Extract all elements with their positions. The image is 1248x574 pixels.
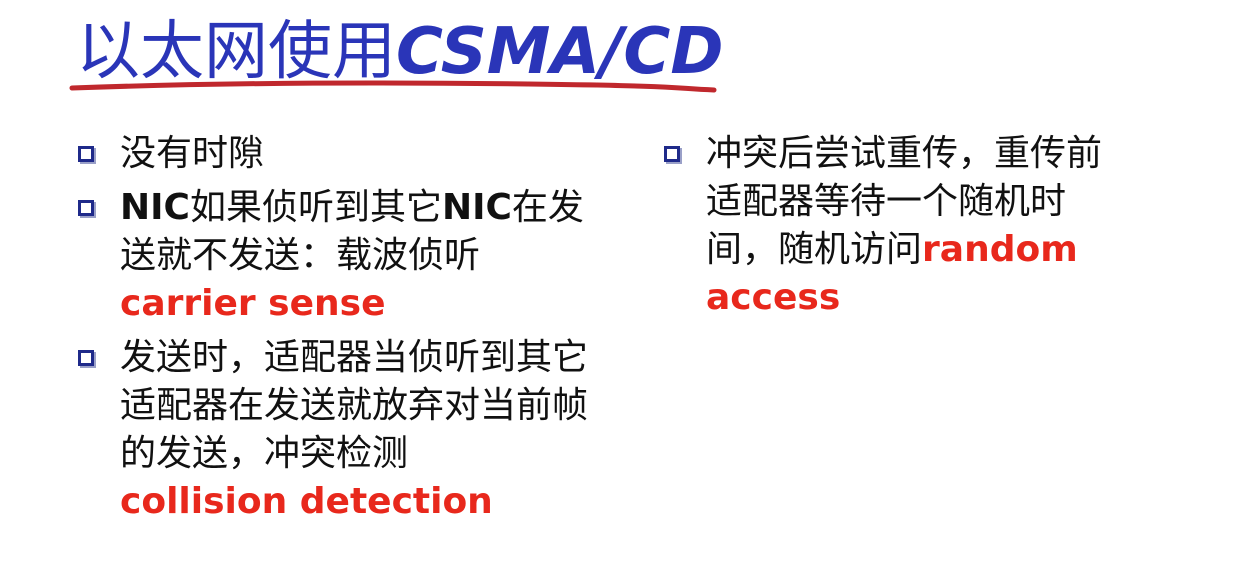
nic-term: NIC [120, 187, 190, 228]
bullet-box-icon [78, 350, 94, 366]
nic-term: NIC [441, 187, 512, 228]
bullet-carrier-sense: NIC如果侦听到其它NIC在发送就不发送：载波侦听 carrier sense [76, 184, 606, 328]
english-term-collision-detection: collision detection [120, 481, 493, 522]
bullet-random-access: 冲突后尝试重传，重传前适配器等待一个随机时间，随机访问random access [662, 130, 1132, 322]
bullet-box-icon [78, 200, 94, 216]
right-column: 冲突后尝试重传，重传前适配器等待一个随机时间，随机访问random access [662, 130, 1132, 328]
title-underline [69, 80, 717, 93]
bullet-box-icon [78, 146, 94, 162]
left-column: 没有时隙 NIC如果侦听到其它NIC在发送就不发送：载波侦听 carrier se… [76, 130, 606, 532]
slide: 以太网使用CSMA/CD 没有时隙 NIC如果侦听到其它NIC在发送就不发送：载… [0, 0, 1248, 574]
bullet-text: 如果侦听到其它 [189, 187, 442, 228]
bullet-text: 发送时，适配器当侦听到其它适配器在发送就放弃对当前帧的发送，冲突检测 [120, 337, 589, 474]
english-term-carrier-sense: carrier sense [120, 283, 386, 324]
bullet-box-icon [664, 146, 680, 162]
bullet-text: 没有时隙 [120, 133, 265, 174]
bullet-collision-detection: 发送时，适配器当侦听到其它适配器在发送就放弃对当前帧的发送，冲突检测 collis… [76, 334, 606, 526]
bullet-no-slots: 没有时隙 [76, 130, 606, 178]
